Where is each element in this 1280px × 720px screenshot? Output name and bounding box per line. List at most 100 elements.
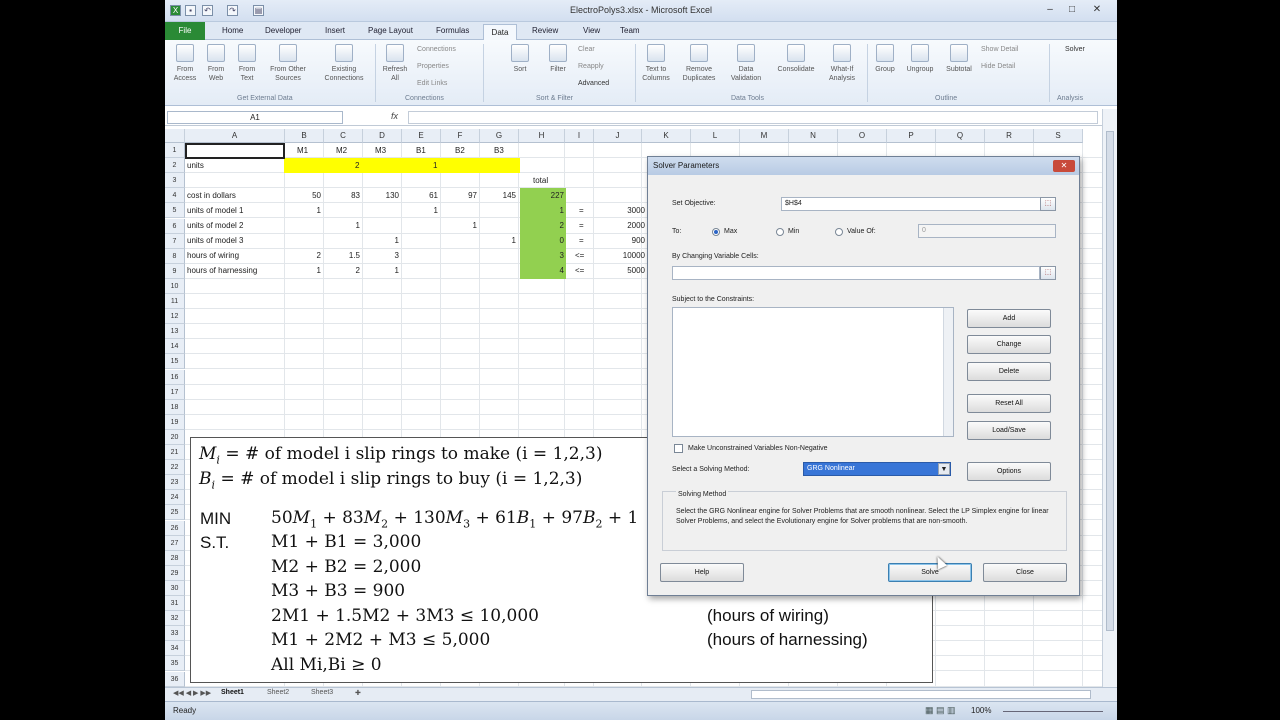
remove-duplicates-button[interactable]: Remove Duplicates [677, 44, 721, 83]
subtotal-button[interactable]: Subtotal [941, 44, 977, 74]
nonneg-checkbox[interactable] [674, 444, 683, 453]
header-m2[interactable]: M2 [336, 146, 347, 155]
from-text-button[interactable]: From Text [233, 44, 261, 83]
row-header[interactable]: 21 [165, 445, 185, 460]
row-header[interactable]: 32 [165, 611, 185, 627]
row-header[interactable]: 9 [165, 263, 185, 279]
r7-op[interactable]: = [579, 236, 584, 245]
column-header[interactable]: R [985, 129, 1034, 143]
sheet-tab-3[interactable]: Sheet3 [311, 689, 333, 696]
r9-c[interactable]: 2 [324, 266, 360, 275]
r6-f[interactable]: 1 [441, 221, 477, 230]
header-b2[interactable]: B2 [455, 146, 465, 155]
column-header[interactable]: C [324, 129, 363, 143]
row-header[interactable]: 16 [165, 369, 185, 385]
row-header[interactable]: 19 [165, 414, 185, 430]
minimize-icon[interactable]: – [1043, 4, 1057, 16]
row-header[interactable]: 35 [165, 656, 185, 672]
cost-b1[interactable]: 61 [402, 191, 438, 200]
r8-c[interactable]: 1.5 [324, 251, 360, 260]
name-box[interactable]: A1 [167, 111, 343, 124]
constraints-scrollbar[interactable] [943, 308, 953, 436]
scroll-thumb[interactable] [1106, 131, 1114, 631]
column-header[interactable]: H [519, 129, 565, 143]
text-to-columns-button[interactable]: Text to Columns [639, 44, 673, 83]
cost-m1[interactable]: 50 [285, 191, 321, 200]
refresh-all-button[interactable]: Refresh All [379, 44, 411, 83]
dialog-close-icon[interactable]: ✕ [1053, 160, 1075, 172]
tab-team[interactable]: Team [620, 26, 640, 35]
clear-link[interactable]: Clear [578, 46, 595, 53]
label-harnessing[interactable]: hours of harnessing [187, 266, 257, 275]
row-header[interactable]: 22 [165, 460, 185, 476]
r5-rhs[interactable]: 3000 [601, 206, 645, 215]
row-header[interactable]: 31 [165, 596, 185, 611]
column-header[interactable]: I [565, 129, 594, 143]
what-if-analysis-button[interactable]: What-If Analysis [823, 44, 861, 83]
row-header[interactable]: 26 [165, 520, 185, 536]
select-all-corner[interactable] [165, 129, 185, 143]
row-header[interactable]: 6 [165, 218, 185, 234]
row-header[interactable]: 36 [165, 671, 185, 687]
from-other-sources-button[interactable]: From Other Sources [264, 44, 312, 83]
changing-cells-input[interactable] [672, 266, 1040, 280]
row-header[interactable]: 10 [165, 278, 185, 294]
tab-formulas[interactable]: Formulas [436, 26, 469, 35]
show-detail-link[interactable]: Show Detail [981, 46, 1018, 53]
tab-insert[interactable]: Insert [325, 26, 345, 35]
chevron-down-icon[interactable]: ▼ [938, 463, 950, 475]
header-m3[interactable]: M3 [375, 146, 386, 155]
zoom-slider[interactable] [1003, 711, 1103, 712]
units-value-1[interactable]: 2 [355, 161, 359, 170]
r7-rhs[interactable]: 900 [601, 236, 645, 245]
column-header[interactable]: K [642, 129, 691, 143]
column-header[interactable]: N [789, 129, 838, 143]
r8-d[interactable]: 3 [363, 251, 399, 260]
cost-b3[interactable]: 145 [480, 191, 516, 200]
value-of-input[interactable]: 0 [918, 224, 1056, 238]
row-header[interactable]: 25 [165, 505, 185, 521]
ungroup-button[interactable]: Ungroup [902, 44, 938, 74]
label-model3[interactable]: units of model 3 [187, 236, 243, 245]
r9-rhs[interactable]: 5000 [601, 266, 645, 275]
changing-cells-collapse-icon[interactable]: ⬚ [1040, 266, 1056, 280]
from-access-button[interactable]: From Access [171, 44, 199, 83]
row-header[interactable]: 2 [165, 158, 185, 174]
r5-b[interactable]: 1 [285, 206, 321, 215]
column-header[interactable]: E [402, 129, 441, 143]
column-header[interactable]: F [441, 129, 480, 143]
tab-review[interactable]: Review [532, 26, 558, 35]
tab-developer[interactable]: Developer [265, 26, 301, 35]
row-header[interactable]: 15 [165, 354, 185, 370]
properties-link[interactable]: Properties [417, 63, 449, 70]
constraints-list[interactable] [672, 307, 954, 437]
r6-op[interactable]: = [579, 221, 584, 230]
horizontal-scrollbar[interactable] [751, 690, 1091, 699]
hide-detail-link[interactable]: Hide Detail [981, 63, 1015, 70]
row-header[interactable]: 29 [165, 565, 185, 581]
advanced-link[interactable]: Advanced [578, 80, 609, 87]
row-header[interactable]: 14 [165, 339, 185, 355]
label-model1[interactable]: units of model 1 [187, 206, 243, 215]
from-web-button[interactable]: From Web [202, 44, 230, 83]
max-radio[interactable] [712, 228, 720, 236]
row-header[interactable]: 23 [165, 475, 185, 491]
reapply-link[interactable]: Reapply [578, 63, 604, 70]
add-button[interactable]: Add [967, 309, 1051, 328]
tab-data[interactable]: Data [483, 24, 517, 41]
r8-op[interactable]: <= [575, 251, 584, 260]
consolidate-button[interactable]: Consolidate [771, 44, 821, 74]
row-header[interactable]: 11 [165, 294, 185, 309]
r8-rhs[interactable]: 10000 [601, 251, 645, 260]
row-header[interactable]: 34 [165, 641, 185, 657]
existing-connections-button[interactable]: Existing Connections [318, 44, 370, 83]
view-normal-icon[interactable]: ▦ ▤ ▥ [925, 705, 956, 716]
row-header[interactable]: 12 [165, 309, 185, 325]
reset-all-button[interactable]: Reset All [967, 394, 1051, 413]
label-total[interactable]: total [533, 176, 548, 185]
header-m1[interactable]: M1 [297, 146, 308, 155]
r5-e[interactable]: 1 [402, 206, 438, 215]
column-header[interactable]: J [594, 129, 642, 143]
options-button[interactable]: Options [967, 462, 1051, 481]
row-header[interactable]: 33 [165, 626, 185, 642]
